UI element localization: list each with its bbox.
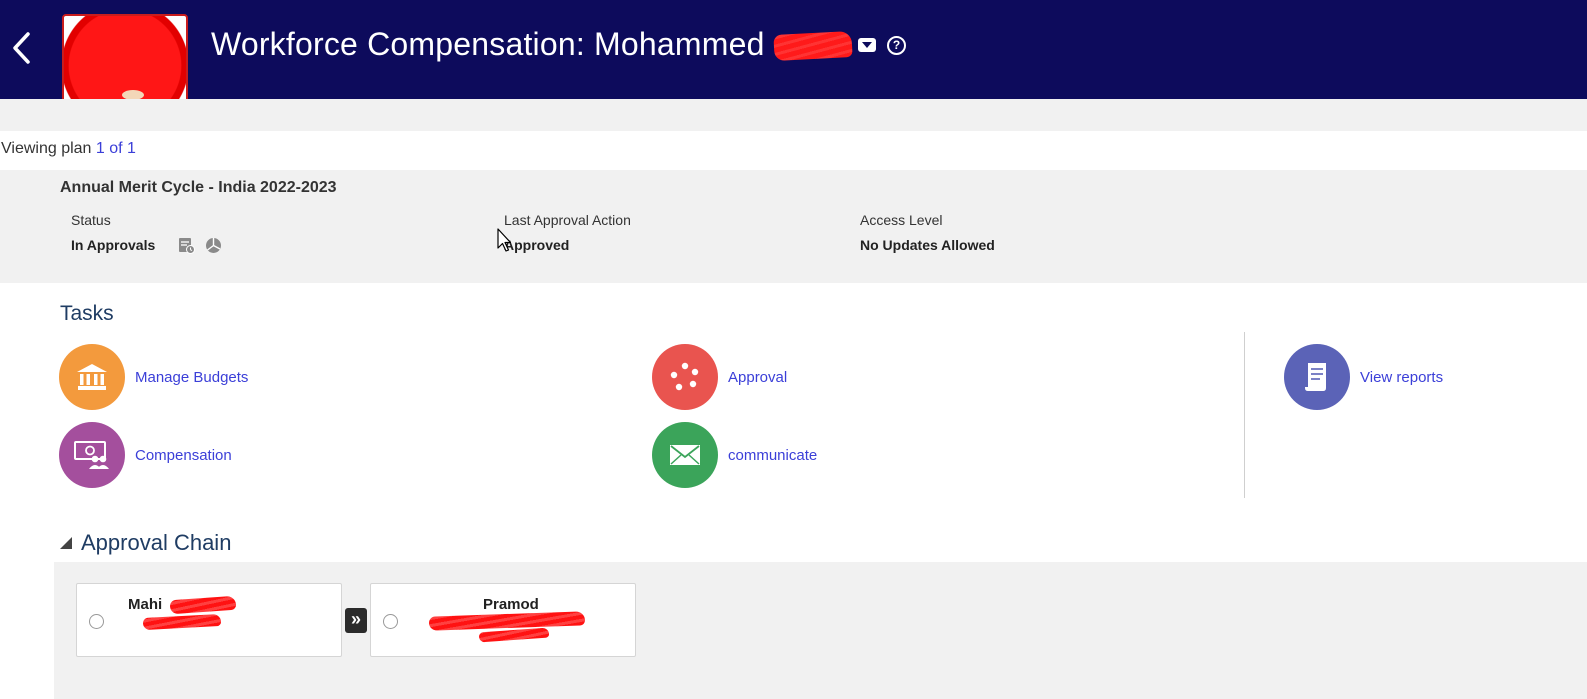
task-view-reports[interactable]: View reports	[1284, 344, 1443, 410]
report-icon	[1284, 344, 1350, 410]
help-icon[interactable]: ?	[887, 36, 906, 55]
money-people-icon	[59, 422, 125, 488]
task-approval[interactable]: Approval	[652, 344, 787, 410]
task-divider	[1244, 332, 1245, 498]
status-details-icon[interactable]	[178, 237, 195, 254]
mouse-cursor-icon	[497, 228, 511, 252]
approver-name: Pramod	[483, 596, 539, 613]
page-title: Workforce Compensation: Mohammed	[211, 26, 852, 63]
approver-radio[interactable]	[383, 614, 398, 629]
redaction-mark	[478, 627, 550, 643]
last-approval-action-label: Last Approval Action	[504, 212, 631, 228]
plan-name: Annual Merit Cycle - India 2022-2023	[60, 179, 337, 196]
approver-card[interactable]: Mahi	[76, 583, 342, 657]
tasks-heading: Tasks	[60, 302, 114, 325]
viewing-plan-link[interactable]: 1 of 1	[96, 140, 136, 157]
envelope-icon	[652, 422, 718, 488]
task-label: communicate	[728, 446, 818, 464]
cycle-icon	[652, 344, 718, 410]
task-communicate[interactable]: communicate	[652, 422, 817, 488]
header-spacer	[0, 99, 1587, 131]
title-menu-dropdown-icon[interactable]	[858, 38, 876, 52]
collapse-triangle-icon	[60, 537, 72, 549]
chain-arrow-icon: »	[345, 608, 367, 633]
redaction-mark	[169, 595, 237, 615]
approver-name: Mahi	[128, 596, 163, 613]
viewing-plan-text: Viewing plan 1 of 1	[1, 140, 136, 157]
pie-chart-icon[interactable]	[205, 237, 222, 254]
task-label: Manage Budgets	[135, 368, 249, 386]
redaction-mark	[142, 613, 222, 631]
last-approval-action-value: Approved	[504, 237, 570, 253]
approval-chain-title: Approval Chain	[81, 530, 232, 555]
page-header: Workforce Compensation: Mohammed ?	[0, 0, 1587, 122]
approver-radio[interactable]	[89, 614, 104, 629]
bank-icon	[59, 344, 125, 410]
task-label: Compensation	[135, 446, 232, 464]
task-label: View reports	[1360, 368, 1444, 386]
task-label: Approval	[728, 368, 788, 386]
redaction-mark	[428, 611, 586, 631]
status-label: Status	[71, 212, 111, 228]
back-chevron-icon[interactable]	[6, 28, 36, 68]
status-value: In Approvals	[71, 237, 156, 253]
task-manage-budgets[interactable]: Manage Budgets	[59, 344, 248, 410]
approver-card[interactable]: Pramod	[370, 583, 636, 657]
redacted-surname	[774, 31, 852, 59]
approval-chain-toggle[interactable]: Approval Chain	[60, 530, 231, 556]
access-level-value: No Updates Allowed	[860, 237, 995, 253]
task-compensation[interactable]: Compensation	[59, 422, 232, 488]
access-level-label: Access Level	[860, 212, 943, 228]
